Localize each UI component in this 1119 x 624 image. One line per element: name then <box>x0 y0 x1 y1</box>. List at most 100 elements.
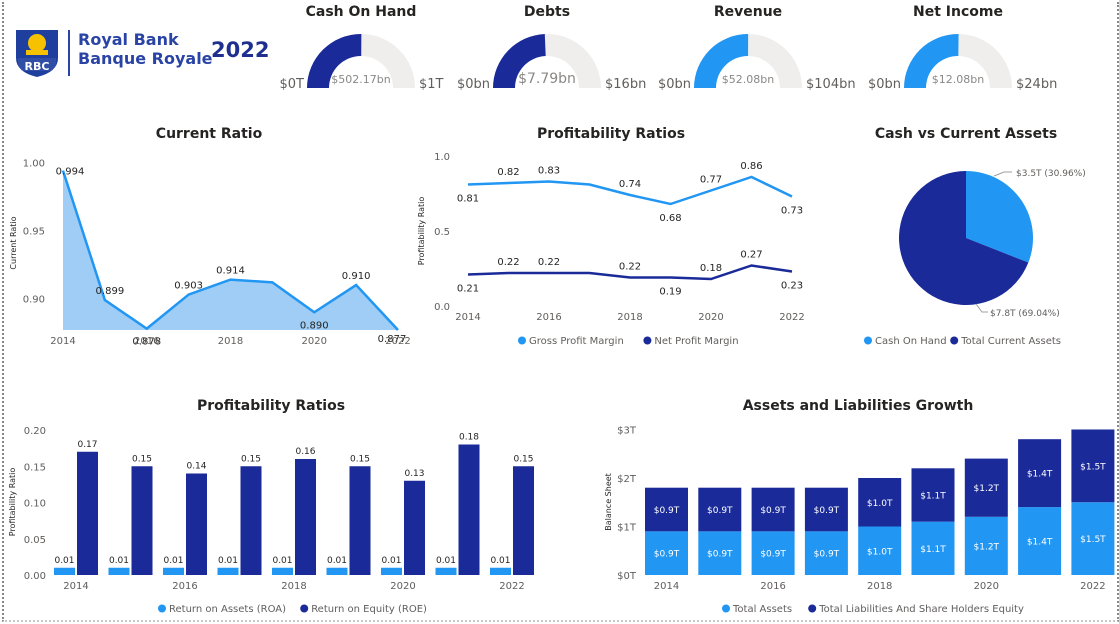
x-tick-label: 2020 <box>974 581 999 592</box>
bar <box>458 444 480 575</box>
data-label: 0.01 <box>436 556 456 566</box>
bar <box>381 567 402 575</box>
data-label: 0.86 <box>740 161 762 172</box>
x-tick-label: 2022 <box>1080 581 1105 592</box>
gauge-title: Cash On Hand <box>306 4 417 20</box>
data-label: 0.83 <box>538 166 560 177</box>
gauge-title: Revenue <box>714 4 782 20</box>
x-tick-label: 2022 <box>385 336 410 347</box>
y-axis-title: Current Ratio <box>9 216 18 269</box>
data-label: 0.19 <box>659 287 681 298</box>
bar <box>272 567 293 575</box>
x-tick-label: 2018 <box>867 581 892 592</box>
x-tick-label: 2018 <box>617 312 642 323</box>
data-label: $1.1T <box>920 491 946 501</box>
data-label: 0.73 <box>781 206 803 217</box>
data-label: 0.01 <box>218 556 238 566</box>
bar <box>108 567 130 575</box>
x-tick-label: 2014 <box>654 581 679 592</box>
bar <box>163 567 184 575</box>
data-label: $0.9T <box>760 506 786 516</box>
x-tick-label: 2016 <box>172 581 197 592</box>
data-label: 0.22 <box>619 262 641 273</box>
x-tick-label: 2018 <box>218 336 243 347</box>
data-label: $1.4T <box>1027 470 1053 480</box>
data-label: 0.903 <box>174 281 203 292</box>
legend-marker <box>950 336 959 345</box>
y-tick-label: 0.5 <box>434 227 450 238</box>
gauge-value: $12.08bn <box>932 73 984 86</box>
data-label: $0.9T <box>707 506 733 516</box>
gauge-value: $502.17bn <box>331 73 390 86</box>
x-tick-label: 2014 <box>63 581 88 592</box>
data-label: $1.0T <box>867 547 893 557</box>
y-tick-label: 0.05 <box>24 535 46 546</box>
gauge-0: Cash On Hand $502.17bn $0T $1T <box>280 4 444 92</box>
bar <box>54 567 75 575</box>
x-tick-label: 2014 <box>50 336 75 347</box>
data-label: $0.9T <box>654 550 680 560</box>
x-tick-label: 2018 <box>281 581 306 592</box>
gauge-value: $7.79bn <box>518 71 576 87</box>
x-tick-label: 2022 <box>499 581 524 592</box>
leader-line <box>975 303 988 313</box>
data-label: 0.22 <box>497 257 519 268</box>
gauge-max: $1T <box>419 77 444 92</box>
data-label: 0.18 <box>700 263 722 274</box>
legend-marker <box>300 604 309 613</box>
legend-label: Total Liabilities And Share Holders Equi… <box>818 604 1024 615</box>
assets-liabilities-chart: Balance Sheet $3T $2T $1T $0T $0.9T $0.9T $0.9T… <box>604 426 1115 615</box>
bar <box>77 451 98 575</box>
legend-label: Total Assets <box>732 604 792 615</box>
gauge-title: Net Income <box>913 4 1003 20</box>
legend-marker <box>722 604 730 613</box>
data-label: 0.14 <box>186 462 206 472</box>
bar <box>240 466 262 575</box>
return-ratios-chart: Profitability Ratio 0.20 0.15 0.10 0.05 0.00 0… <box>8 426 534 615</box>
slice-label: $3.5T (30.96%) <box>1016 169 1086 179</box>
y-tick-label: 0.10 <box>24 499 46 510</box>
gauge-max: $24bn <box>1016 77 1057 92</box>
bar <box>131 466 153 575</box>
data-label: $0.9T <box>707 550 733 560</box>
data-label: 0.15 <box>513 454 533 464</box>
y-tick-label: $0T <box>617 571 637 582</box>
data-label: $1.1T <box>920 545 946 555</box>
y-tick-label: 0.0 <box>434 302 450 313</box>
y-tick-label: 0.00 <box>24 571 46 582</box>
gauge-min: $0bn <box>868 77 901 92</box>
gauge-1: Debts $7.79bn $0bn $16bn <box>457 4 646 92</box>
x-tick-label: 2016 <box>760 581 785 592</box>
gauge-2: Revenue $52.08bn $0bn $104bn <box>658 4 856 92</box>
slice-label: $7.8T (69.04%) <box>990 309 1060 319</box>
data-label: $1.5T <box>1080 462 1106 472</box>
profitability-margins-chart: Profitability Ratio 1.0 0.5 0.0 0.81 0.82 0.83… <box>417 152 805 347</box>
data-label: 0.16 <box>295 447 315 457</box>
legend-marker <box>518 336 526 345</box>
data-label: 0.01 <box>327 556 347 566</box>
assets-liabilities-title: Assets and Liabilities Growth <box>742 398 974 414</box>
data-label: $0.9T <box>814 506 840 516</box>
legend-marker <box>158 604 166 613</box>
data-label: 0.17 <box>77 440 97 450</box>
bar <box>490 567 511 575</box>
gauge-min: $0T <box>280 77 305 92</box>
bar <box>349 466 371 575</box>
data-label: 0.27 <box>740 250 762 261</box>
profitability-margins-title: Profitability Ratios <box>536 126 686 142</box>
y-axis-title: Profitability Ratio <box>8 468 17 537</box>
data-label: $0.9T <box>814 550 840 560</box>
bar <box>435 567 457 575</box>
bar <box>513 466 534 575</box>
bar <box>295 459 316 575</box>
data-label: 0.01 <box>163 556 183 566</box>
data-label: 0.01 <box>109 556 129 566</box>
data-label: 0.77 <box>700 175 722 186</box>
legend-marker <box>643 336 652 345</box>
gauge-max: $104bn <box>806 77 856 92</box>
data-label: $0.9T <box>760 550 786 560</box>
current-ratio-chart: Current Ratio1.000.950.900.9940.8990.878… <box>9 158 411 347</box>
data-label: 0.890 <box>300 320 329 331</box>
gauge-max: $16bn <box>605 77 646 92</box>
data-label: 0.01 <box>490 556 510 566</box>
